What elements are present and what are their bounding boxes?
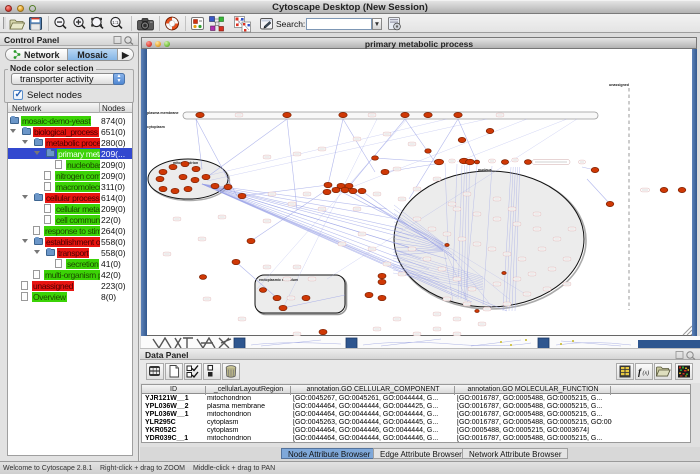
svg-text:f: f	[638, 368, 642, 378]
svg-text:plasma membrane: plasma membrane	[147, 111, 179, 115]
svg-text:nucleus: nucleus	[478, 168, 492, 172]
svg-text:(x): (x)	[643, 370, 650, 377]
svg-text:cytoplasm: cytoplasm	[147, 125, 165, 129]
svg-text:1:1: 1:1	[112, 20, 119, 25]
svg-text:unassigned: unassigned	[609, 83, 629, 87]
